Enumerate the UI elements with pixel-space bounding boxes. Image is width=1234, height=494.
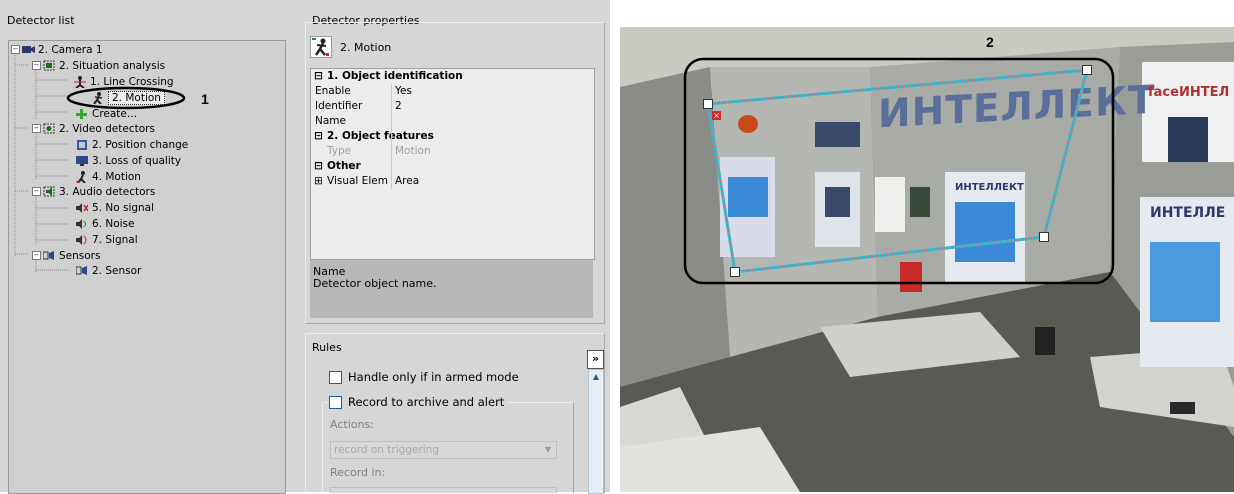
tree-item-label: 5. No signal [92,201,155,214]
tree-item-noise[interactable]: 6. Noise [76,217,134,230]
tree-item-label: 4. Motion [92,170,141,183]
situation-analysis-icon [43,60,55,71]
category-other[interactable]: ⊟ Other [311,160,594,172]
tree-item-camera[interactable]: 2. Camera 1 [22,43,103,56]
detector-list-title: Detector list [7,14,75,27]
tree-item-label: 2. Situation analysis [59,59,166,72]
noise-icon [76,218,88,229]
scroll-up-icon[interactable]: ▲ [589,370,603,384]
collapse-video-toggle[interactable]: − [32,124,41,133]
loss-of-quality-icon [76,155,88,166]
zone-handle-top-right[interactable] [1082,65,1092,75]
actions-select: record on triggering ▼ [330,441,557,459]
expand-rules-button[interactable]: » [587,350,604,369]
signal-icon [76,234,88,245]
video-view[interactable]: ИНТЕЛЛЕКТ faceИНТЕЛ ИНТЕЛЛЕКТ ИНТЕЛЛЕ × … [620,27,1234,492]
delete-zone-icon[interactable]: × [712,111,721,120]
sensor-icon [75,265,88,276]
tree-item-label: 2. Position change [92,138,189,151]
tree-item-position-change[interactable]: 2. Position change [76,138,188,151]
no-signal-icon [76,202,89,213]
chevron-down-icon: ▼ [544,445,552,454]
armed-mode-label: Handle only if in armed mode [348,370,519,384]
expand-toggle[interactable]: ⊞ [314,175,323,187]
tree-item-no-signal[interactable]: 5. No signal [76,201,154,214]
tree-item-video-detectors[interactable]: 2. Video detectors [43,122,155,135]
category-object-identification[interactable]: ⊟ 1. Object identification [311,70,594,82]
tree-item-label: 2. Sensor [92,264,142,277]
tree-item-loss-of-quality[interactable]: 3. Loss of quality [76,154,181,167]
record-alert-checkbox[interactable] [329,396,342,409]
property-description: Name Detector object name. [310,260,593,318]
motion-large-icon [310,36,332,58]
tree-item-label: 6. Noise [92,217,135,230]
collapse-camera-toggle[interactable]: − [11,45,20,54]
callout-rectangle-2 [683,57,1115,285]
collapse-situation-toggle[interactable]: − [32,61,41,70]
video-detectors-icon [43,123,55,134]
tree-item-sensor[interactable]: 2. Sensor [75,264,142,277]
zone-handle-bottom-left[interactable] [730,267,740,277]
tree-item-motion[interactable]: 4. Motion [76,170,141,184]
callout-number-2: 2 [986,34,994,50]
tree-item-audio-detectors[interactable]: 3. Audio detectors [43,185,155,198]
tree-item-label: 7. Signal [92,233,138,246]
category-toggle[interactable]: ⊟ [314,130,323,142]
zone-handle-bottom-right[interactable] [1039,232,1049,242]
tree-item-sensors[interactable]: Sensors [42,249,101,262]
detection-zone[interactable] [620,27,1234,492]
category-toggle[interactable]: ⊟ [314,160,323,172]
category-toggle[interactable]: ⊟ [314,70,323,82]
detector-header: 2. Motion [310,36,391,58]
tree-item-label: 3. Loss of quality [92,154,182,167]
tree-item-situation-analysis[interactable]: 2. Situation analysis [43,59,165,72]
tree-item-label: 2. Camera 1 [38,43,103,56]
actions-label: Actions: [330,418,374,431]
motion-icon [76,171,88,184]
rules-title: Rules [312,341,342,354]
sensors-icon [42,250,55,261]
armed-mode-checkbox[interactable] [329,371,342,384]
property-grid[interactable]: ⊟ 1. Object identification Enable Yes Id… [310,68,595,260]
collapse-audio-toggle[interactable]: − [32,187,41,196]
record-in-label: Record in: [330,466,386,479]
record-alert-label: Record to archive and alert [348,395,505,409]
armed-mode-checkbox-row[interactable]: Handle only if in armed mode [329,370,519,384]
grid-column-divider [391,84,392,189]
property-enable[interactable]: Enable Yes [311,85,594,97]
tree-item-label: Sensors [59,249,101,262]
camera-icon [22,44,35,55]
collapse-sensors-toggle[interactable]: − [32,251,41,260]
tree-item-signal[interactable]: 7. Signal [76,233,138,246]
property-type: Type Motion [327,145,431,157]
description-text: Detector object name. [313,277,437,290]
tree-item-label: 3. Audio detectors [59,185,156,198]
property-identifier[interactable]: Identifier 2 [311,100,594,112]
rules-scrollbar[interactable]: ▲ [588,369,604,494]
detector-name: 2. Motion [340,40,392,54]
property-name[interactable]: Name [311,115,594,127]
zone-handle-top-left[interactable] [703,99,713,109]
position-change-icon [76,139,88,150]
audio-detectors-icon [43,186,55,197]
record-in-select [330,487,557,493]
record-alert-checkbox-row[interactable]: Record to archive and alert [329,395,508,409]
property-visual-element[interactable]: ⊞ Visual Elem Area [311,175,594,187]
callout-ellipse-1 [66,86,186,110]
tree-item-label: 2. Video detectors [59,122,155,135]
category-object-features[interactable]: ⊟ 2. Object features [311,130,594,142]
callout-number-1: 1 [201,91,209,107]
